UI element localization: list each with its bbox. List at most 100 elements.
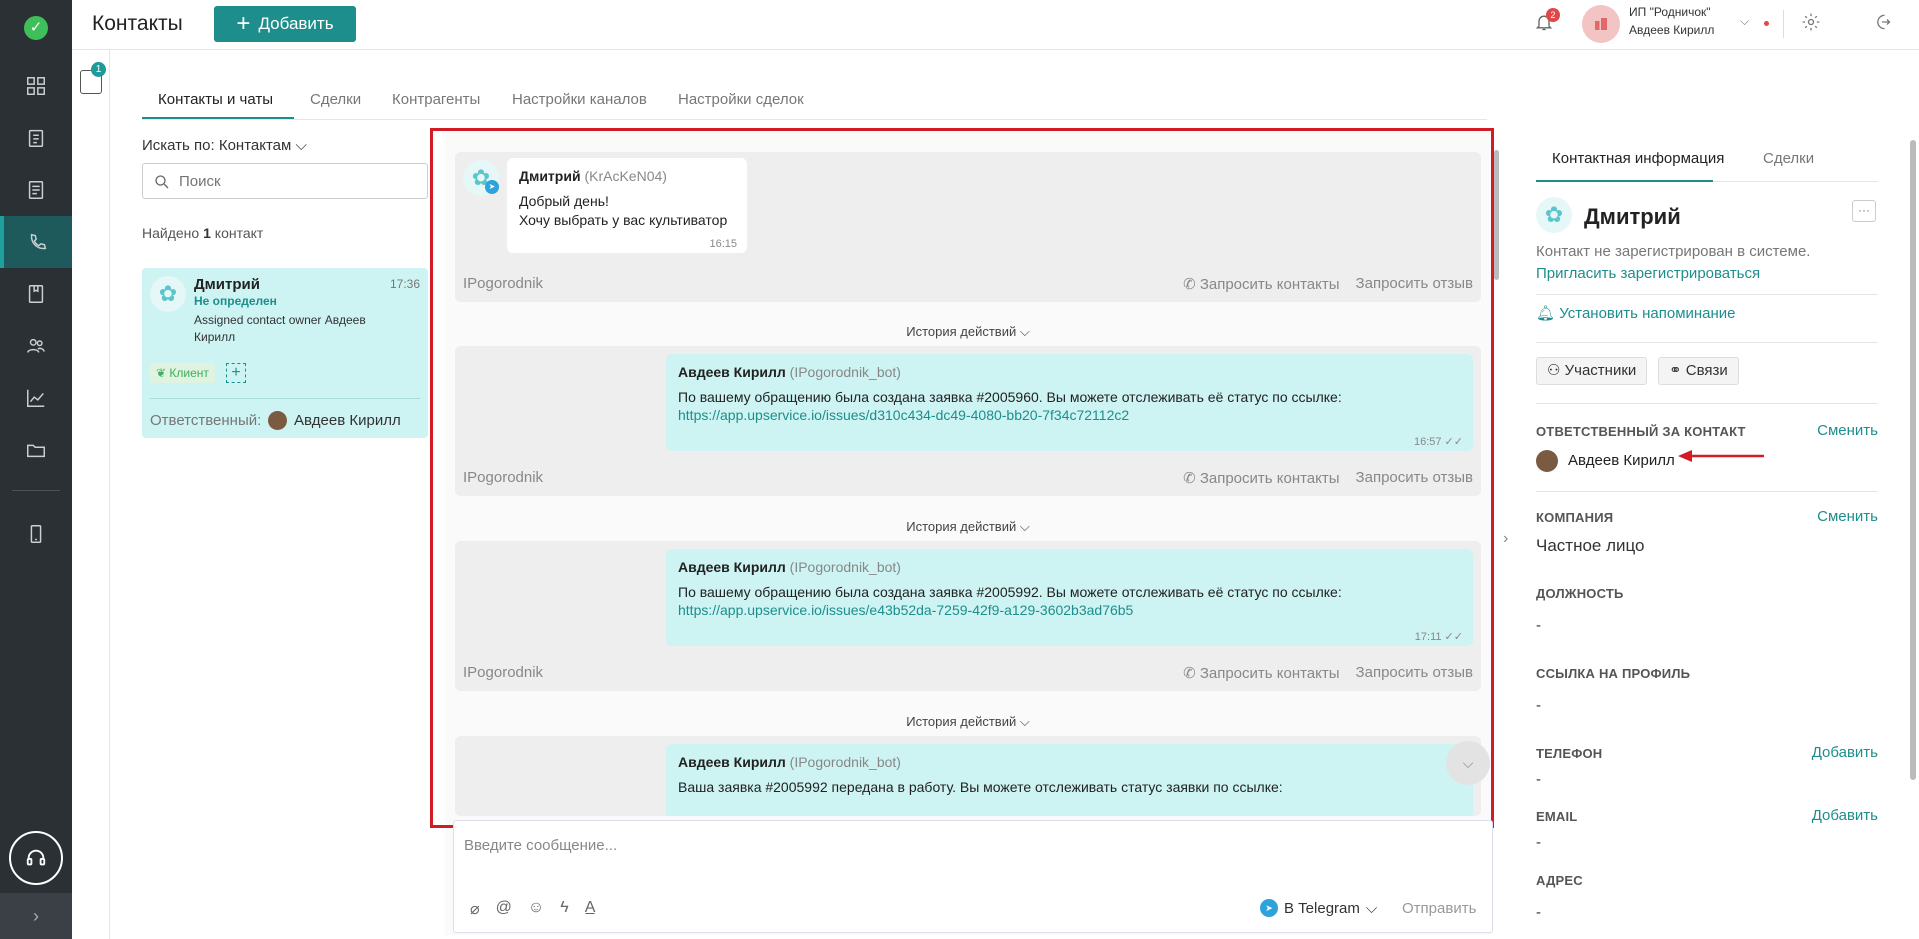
attach-icon[interactable]: ⌀ (470, 899, 480, 919)
dashboard-icon[interactable] (0, 60, 72, 112)
request-contacts-button[interactable]: ✆ Запросить контакты (1183, 275, 1339, 293)
phone-value: - (1536, 771, 1541, 788)
tab-contacts-chats[interactable]: Контакты и чаты (158, 91, 273, 108)
message-actions: ✆ Запросить контакты Запросить отзыв (1183, 469, 1473, 487)
set-reminder-link[interactable]: 🔔︎ Установить напоминание (1536, 304, 1878, 322)
message-actions: ✆ Запросить контакты Запросить отзыв (1183, 664, 1473, 682)
change-company-link[interactable]: Сменить (1817, 508, 1878, 525)
active-tab-indicator (142, 117, 294, 119)
request-review-button[interactable]: Запросить отзыв (1356, 469, 1473, 487)
channel-account: IPogorodnik (463, 664, 544, 681)
chevron-down-icon[interactable]: ⌵ (1740, 14, 1749, 29)
client-tag[interactable]: ❦ Клиент (150, 363, 215, 383)
notifications-bell-icon[interactable]: 2 (1534, 8, 1560, 36)
telegram-icon: ➤ (485, 180, 499, 194)
scroll-down-button[interactable]: ⌵ (1446, 741, 1490, 785)
tab-deal-settings[interactable]: Настройки сделок (678, 91, 804, 108)
expand-sidebar-icon[interactable]: › (0, 893, 72, 939)
responsible-avatar (268, 411, 287, 430)
history-toggle[interactable]: История действий ⌵ (455, 324, 1481, 340)
knowledge-icon[interactable] (0, 268, 72, 320)
gear-icon[interactable] (1801, 12, 1821, 36)
company-value[interactable]: Частное лицо (1536, 536, 1645, 556)
telegram-icon: ➤ (1260, 899, 1278, 917)
channel-select[interactable]: ➤ В Telegram ⌵ (1260, 899, 1377, 917)
contact-avatar: ✿ (1536, 197, 1572, 233)
contact-description: Assigned contact owner Авдеев Кирилл (194, 313, 366, 344)
composer-placeholder[interactable]: Введите сообщение... (464, 837, 617, 854)
add-tag-button[interactable]: + (226, 363, 246, 383)
tab-counterparties[interactable]: Контрагенты (392, 91, 480, 108)
send-button[interactable]: Отправить (1402, 900, 1476, 917)
contacts-phone-icon[interactable] (0, 216, 72, 268)
tab-channel-settings[interactable]: Настройки каналов (512, 91, 647, 108)
documents-icon[interactable] (0, 164, 72, 216)
composer-toolbar: ⌀ @ ☺ ϟ A̲ (470, 899, 595, 919)
text-format-icon[interactable]: A̲ (585, 899, 596, 919)
message-actions: ✆ Запросить контакты Запросить отзыв (1183, 275, 1473, 293)
search-input[interactable] (179, 170, 419, 192)
message-text: Добрый день! Хочу выбрать у вас культиват… (519, 193, 728, 228)
contact-card[interactable]: ✿ Дмитрий 17:36 Не определен Assigned co… (142, 268, 428, 438)
quick-reply-icon[interactable]: ϟ (560, 899, 568, 919)
message-time: 16:15 (709, 238, 737, 250)
support-headset-icon[interactable] (9, 831, 63, 885)
org-avatar[interactable] (1582, 5, 1620, 43)
app-logo-icon[interactable]: ✓ (24, 16, 48, 40)
chevron-right-icon[interactable]: › (1503, 530, 1508, 548)
users-icon[interactable] (0, 320, 72, 372)
tasks-icon[interactable] (0, 112, 72, 164)
emoji-icon[interactable]: ☺ (528, 899, 544, 919)
notifications-count-badge: 2 (1546, 8, 1560, 22)
phone-label: ТЕЛЕФОН (1536, 746, 1603, 761)
mention-icon[interactable]: @ (496, 899, 512, 919)
org-user-name[interactable]: Авдеев Кирилл (1629, 23, 1714, 37)
phone-icon: ✆ (1183, 470, 1196, 487)
request-review-button[interactable]: Запросить отзыв (1356, 275, 1473, 293)
main-sidebar: ✓ › (0, 0, 72, 939)
divider (1536, 403, 1878, 404)
responsible-avatar (1536, 450, 1558, 472)
profile-link-value: - (1536, 697, 1541, 714)
add-phone-link[interactable]: Добавить (1812, 744, 1878, 761)
tab-contact-info[interactable]: Контактная информация (1552, 150, 1724, 167)
responsible-name: Авдеев Кирилл (1568, 452, 1675, 469)
email-label: EMAIL (1536, 809, 1578, 824)
history-toggle[interactable]: История действий ⌵ (455, 519, 1481, 535)
request-contacts-button[interactable]: ✆ Запросить контакты (1183, 469, 1339, 487)
filter-count-badge: 1 (91, 62, 106, 77)
logout-icon[interactable] (1872, 12, 1892, 36)
chat-scrollbar[interactable] (1494, 150, 1499, 280)
add-button[interactable]: + Добавить (214, 6, 356, 42)
issue-link[interactable]: https://app.upservice.io/issues/d310c434… (678, 407, 1461, 423)
history-toggle[interactable]: История действий ⌵ (455, 714, 1481, 730)
links-button[interactable]: ⚭ Связи (1658, 357, 1739, 385)
search-box (142, 163, 428, 199)
invite-link[interactable]: Пригласить зарегистрироваться (1536, 265, 1878, 282)
analytics-icon[interactable] (0, 372, 72, 424)
change-responsible-link[interactable]: Сменить (1817, 422, 1878, 439)
plus-icon: + (236, 10, 251, 37)
add-email-link[interactable]: Добавить (1812, 807, 1878, 824)
users-icon: ⚇ (1547, 362, 1561, 379)
more-options-button[interactable]: ··· (1852, 200, 1876, 222)
phone-icon: ✆ (1183, 276, 1196, 293)
bell-icon: 🔔︎ (1536, 305, 1556, 322)
folder-icon[interactable] (0, 424, 72, 476)
tab-deals[interactable]: Сделки (310, 91, 361, 108)
issue-link[interactable]: https://app.upservice.io/issues/e43b52da… (678, 602, 1461, 618)
info-scrollbar[interactable] (1910, 140, 1916, 780)
sidebar-divider (12, 490, 60, 491)
message-composer[interactable]: Введите сообщение... ⌀ @ ☺ ϟ A̲ ➤ В Tele… (453, 820, 1493, 933)
request-review-button[interactable]: Запросить отзыв (1356, 664, 1473, 682)
search-by-select[interactable]: Искать по: Контактам ⌵ (142, 137, 307, 154)
company-label: КОМПАНИЯ (1536, 510, 1614, 525)
chevron-down-icon: ⌵ (1019, 324, 1030, 339)
request-contacts-button[interactable]: ✆ Запросить контакты (1183, 664, 1339, 682)
participants-button[interactable]: ⚇ Участники (1536, 357, 1648, 385)
tab-contact-deals[interactable]: Сделки (1763, 150, 1814, 167)
mobile-icon[interactable] (0, 508, 72, 560)
found-count-text: Найдено 1 контакт (142, 225, 264, 241)
contact-status: Не определен (194, 294, 277, 308)
org-name[interactable]: ИП "Родничок" (1629, 5, 1711, 19)
